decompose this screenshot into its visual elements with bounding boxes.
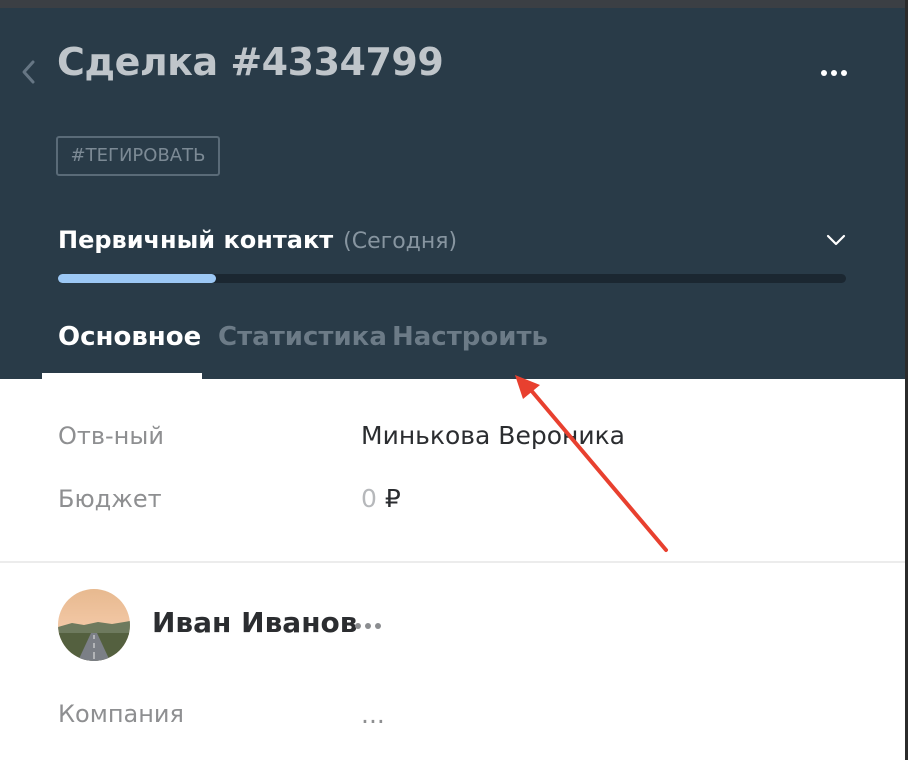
stage-dropdown-toggle[interactable]	[823, 228, 849, 252]
company-value[interactable]: ...	[361, 700, 385, 729]
chevron-left-icon	[22, 60, 35, 84]
stage-progress-bar	[58, 274, 846, 283]
responsible-value[interactable]: Минькова Вероника	[361, 421, 625, 450]
chevron-down-icon	[826, 234, 846, 246]
deal-title: Сделка #4334799	[57, 40, 444, 84]
stage-progress-fill	[58, 274, 216, 283]
tab-statistics[interactable]: Статистика	[218, 322, 387, 352]
budget-currency: ₽	[384, 484, 401, 513]
tab-settings[interactable]: Настроить	[392, 322, 548, 352]
contact-menu-button[interactable]	[353, 616, 385, 636]
avatar[interactable]	[58, 589, 130, 661]
budget-label: Бюджет	[58, 485, 162, 513]
budget-amount: 0	[361, 484, 377, 513]
budget-field[interactable]: 0 ₽	[361, 484, 401, 513]
road-landscape-image	[58, 589, 130, 661]
section-divider	[0, 561, 905, 563]
active-tab-indicator	[42, 373, 202, 379]
responsible-label: Отв-ный	[58, 422, 164, 450]
back-button[interactable]	[18, 52, 42, 92]
stage-date: (Сегодня)	[343, 229, 458, 254]
company-label: Компания	[58, 700, 184, 728]
contact-name[interactable]: Иван Иванов	[152, 606, 358, 639]
window-top-border	[0, 0, 908, 8]
tab-main[interactable]: Основное	[58, 322, 201, 352]
tag-button[interactable]: #ТЕГИРОВАТЬ	[56, 136, 220, 176]
deal-menu-button[interactable]	[816, 60, 852, 86]
stage-name: Первичный контакт	[58, 226, 334, 254]
pipeline-stage-selector[interactable]: Первичный контакт (Сегодня)	[58, 226, 457, 262]
